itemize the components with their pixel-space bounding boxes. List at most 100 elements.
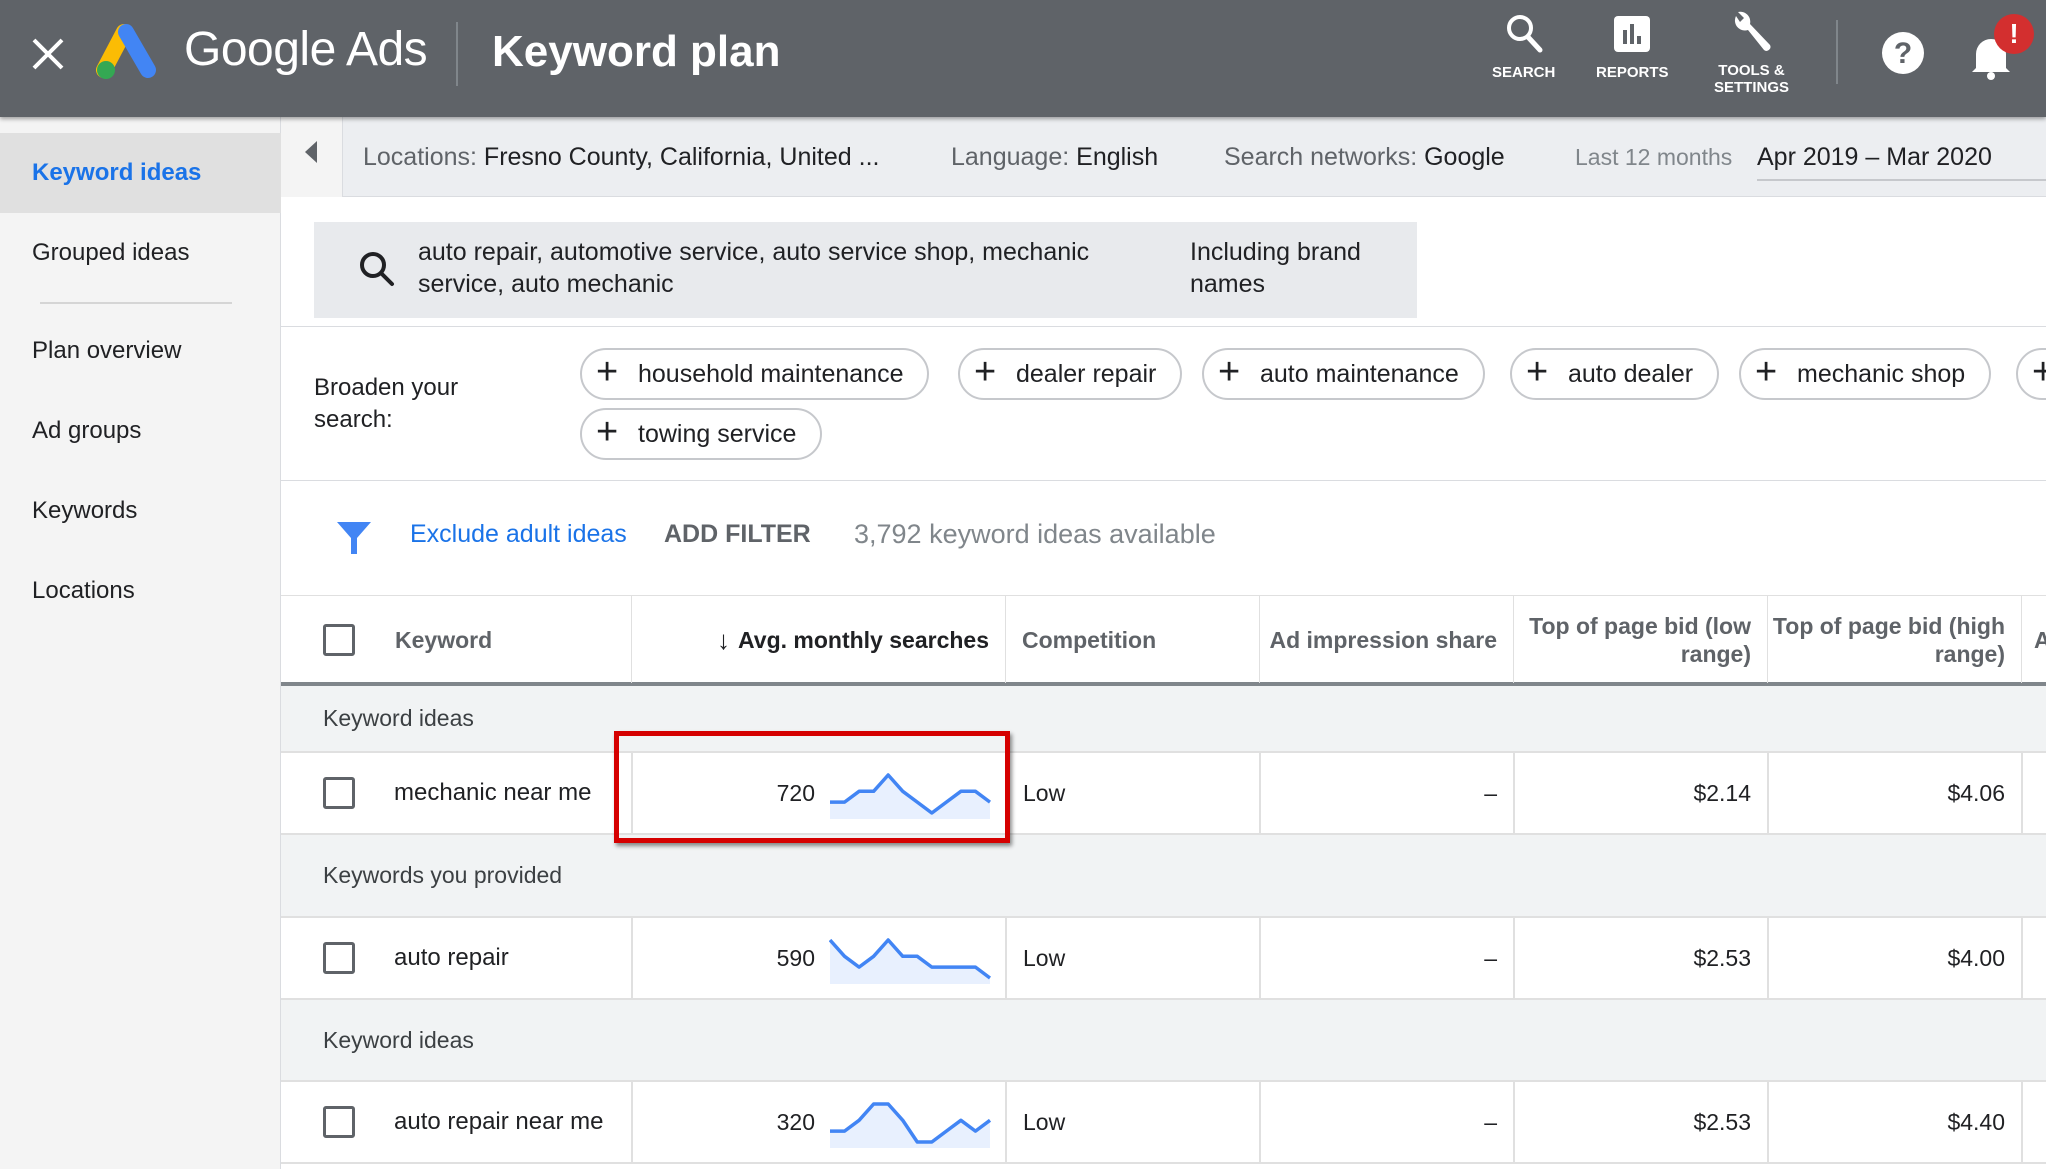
search-networks-setting[interactable]: Search networks: Google	[1224, 117, 1505, 197]
avg-monthly-searches-cell: 720	[631, 753, 1005, 833]
row-checkbox[interactable]	[323, 777, 355, 809]
help-icon[interactable]: ?	[1880, 30, 1926, 76]
bid-high-cell: $4.40	[1767, 1082, 2021, 1162]
sidebar: Keyword ideas Grouped ideas Plan overvie…	[0, 117, 281, 1169]
sidebar-item-plan-overview[interactable]: Plan overview	[0, 311, 281, 391]
table-header: Keyword ↓ Avg. monthly searches Competit…	[281, 595, 2046, 686]
column-header-competition[interactable]: Competition	[1005, 596, 1259, 683]
column-header-avg-monthly-searches[interactable]: ↓ Avg. monthly searches	[631, 596, 1005, 683]
competition-cell: Low	[1005, 753, 1259, 833]
row-checkbox[interactable]	[323, 1106, 355, 1138]
ad-impression-share-cell: –	[1259, 918, 1513, 998]
trend-sparkline[interactable]	[829, 769, 991, 819]
column-header-bid-low[interactable]: Top of page bid (low range)	[1513, 596, 1767, 683]
reports-button[interactable]: REPORTS	[1596, 12, 1669, 81]
column-header-ad-impression-share[interactable]: Ad impression share	[1259, 596, 1513, 683]
ad-impression-share-cell: –	[1259, 1082, 1513, 1162]
sidebar-item-keywords[interactable]: Keywords	[0, 471, 281, 551]
search-query: auto repair, automotive service, auto se…	[418, 238, 1090, 298]
plan-settings-bar: Locations: Fresno County, California, Un…	[281, 117, 2046, 197]
locations-label: Locations:	[363, 143, 477, 171]
language-value: English	[1076, 143, 1159, 171]
broaden-chip-truncated[interactable]	[2016, 348, 2046, 400]
language-setting[interactable]: Language: English	[951, 117, 1158, 197]
brand-names-option[interactable]: Including brand names	[1190, 236, 1390, 300]
sidebar-item-grouped-ideas[interactable]: Grouped ideas	[0, 213, 281, 293]
column-header-label: Avg. monthly searches	[738, 626, 989, 653]
keyword-text[interactable]: auto repair near me	[394, 1082, 603, 1162]
select-all-checkbox[interactable]	[323, 624, 355, 656]
date-range-selector[interactable]: Apr 2019 – Mar 2020	[1757, 117, 2046, 181]
bid-low-cell: $2.14	[1513, 753, 1767, 833]
table-row: mechanic near me 720 Low – $2.14 $4.06	[281, 753, 2046, 835]
bid-low-cell: $2.53	[1513, 1082, 1767, 1162]
notification-badge: !	[1994, 14, 2034, 54]
keyword-ideas-count: 3,792 keyword ideas available	[854, 519, 1216, 549]
sidebar-divider	[40, 302, 232, 304]
avg-monthly-searches-cell: 590	[631, 918, 1005, 998]
truncated-cell	[2021, 1082, 2046, 1162]
group-header: Keyword ideas	[281, 686, 2046, 753]
search-icon	[1506, 15, 1543, 53]
table-row: auto repair 590 Low – $2.53 $4.00	[281, 918, 2046, 1000]
column-header-truncated[interactable]: A	[2021, 596, 2046, 683]
bid-low-cell: $2.53	[1513, 918, 1767, 998]
avg-monthly-searches-value: 720	[776, 780, 815, 806]
date-period-label: Last 12 months	[1575, 144, 1733, 170]
trend-sparkline[interactable]	[829, 934, 991, 984]
truncated-cell	[2021, 753, 2046, 833]
locations-setting[interactable]: Locations: Fresno County, California, Un…	[363, 117, 879, 197]
truncated-cell	[2021, 918, 2046, 998]
search-button[interactable]: SEARCH	[1492, 12, 1555, 81]
sidebar-item-keyword-ideas[interactable]: Keyword ideas	[0, 133, 281, 213]
broaden-chip[interactable]: auto maintenance	[1202, 348, 1485, 400]
close-icon[interactable]	[30, 36, 66, 72]
collapse-sidebar-button[interactable]	[281, 117, 343, 197]
broaden-chip[interactable]: towing service	[580, 408, 823, 460]
language-label: Language:	[951, 143, 1070, 171]
broaden-chip[interactable]: auto dealer	[1510, 348, 1720, 400]
bid-high-cell: $4.06	[1767, 753, 2021, 833]
ad-impression-share-cell: –	[1259, 753, 1513, 833]
sidebar-item-locations[interactable]: Locations	[0, 551, 281, 631]
page-title: Keyword plan	[492, 27, 781, 76]
broaden-chip[interactable]: dealer repair	[958, 348, 1183, 400]
tools-settings-label: TOOLS & SETTINGS	[1714, 62, 1790, 96]
column-header-bid-high[interactable]: Top of page bid (high range)	[1767, 596, 2021, 683]
broaden-chip[interactable]: household maintenance	[580, 348, 930, 400]
search-networks-value: Google	[1424, 143, 1505, 171]
top-bar: Google Ads Keyword plan SEARCH REPORTS T…	[0, 0, 2046, 117]
sort-descending-icon: ↓	[717, 624, 731, 655]
avg-monthly-searches-cell: 320	[631, 1082, 1005, 1162]
tools-settings-button[interactable]: TOOLS & SETTINGS	[1714, 10, 1789, 96]
locations-value: Fresno County, California, United ...	[483, 143, 880, 171]
search-label: SEARCH	[1492, 64, 1556, 81]
avg-monthly-searches-value: 320	[776, 1109, 815, 1135]
add-filter-button[interactable]: ADD FILTER	[664, 520, 811, 549]
keyword-search-box[interactable]: auto repair, automotive service, auto se…	[314, 222, 1417, 318]
filter-icon[interactable]	[336, 520, 372, 556]
column-header-keyword[interactable]: Keyword	[379, 596, 631, 683]
google-ads-logo-icon	[96, 24, 156, 79]
keyword-text[interactable]: auto repair	[394, 918, 509, 998]
reports-icon	[1614, 16, 1651, 52]
toolbar-divider	[1836, 20, 1838, 84]
competition-cell: Low	[1005, 918, 1259, 998]
brand-name: Google Ads	[184, 23, 428, 76]
divider	[281, 480, 2046, 481]
trend-sparkline[interactable]	[829, 1098, 991, 1148]
competition-cell: Low	[1005, 1082, 1259, 1162]
sidebar-item-ad-groups[interactable]: Ad groups	[0, 391, 281, 471]
keyword-text[interactable]: mechanic near me	[394, 753, 591, 833]
title-divider	[456, 22, 458, 86]
row-checkbox[interactable]	[323, 942, 355, 974]
search-networks-label: Search networks:	[1224, 143, 1418, 171]
svg-text:?: ?	[1894, 37, 1912, 70]
reports-label: REPORTS	[1596, 64, 1669, 81]
group-header: Keyword ideas	[281, 1000, 2046, 1082]
bid-high-cell: $4.00	[1767, 918, 2021, 998]
avg-monthly-searches-value: 590	[776, 945, 815, 971]
exclude-adult-ideas-filter[interactable]: Exclude adult ideas	[410, 520, 627, 549]
search-icon	[360, 252, 394, 286]
broaden-chip[interactable]: mechanic shop	[1739, 348, 1992, 400]
